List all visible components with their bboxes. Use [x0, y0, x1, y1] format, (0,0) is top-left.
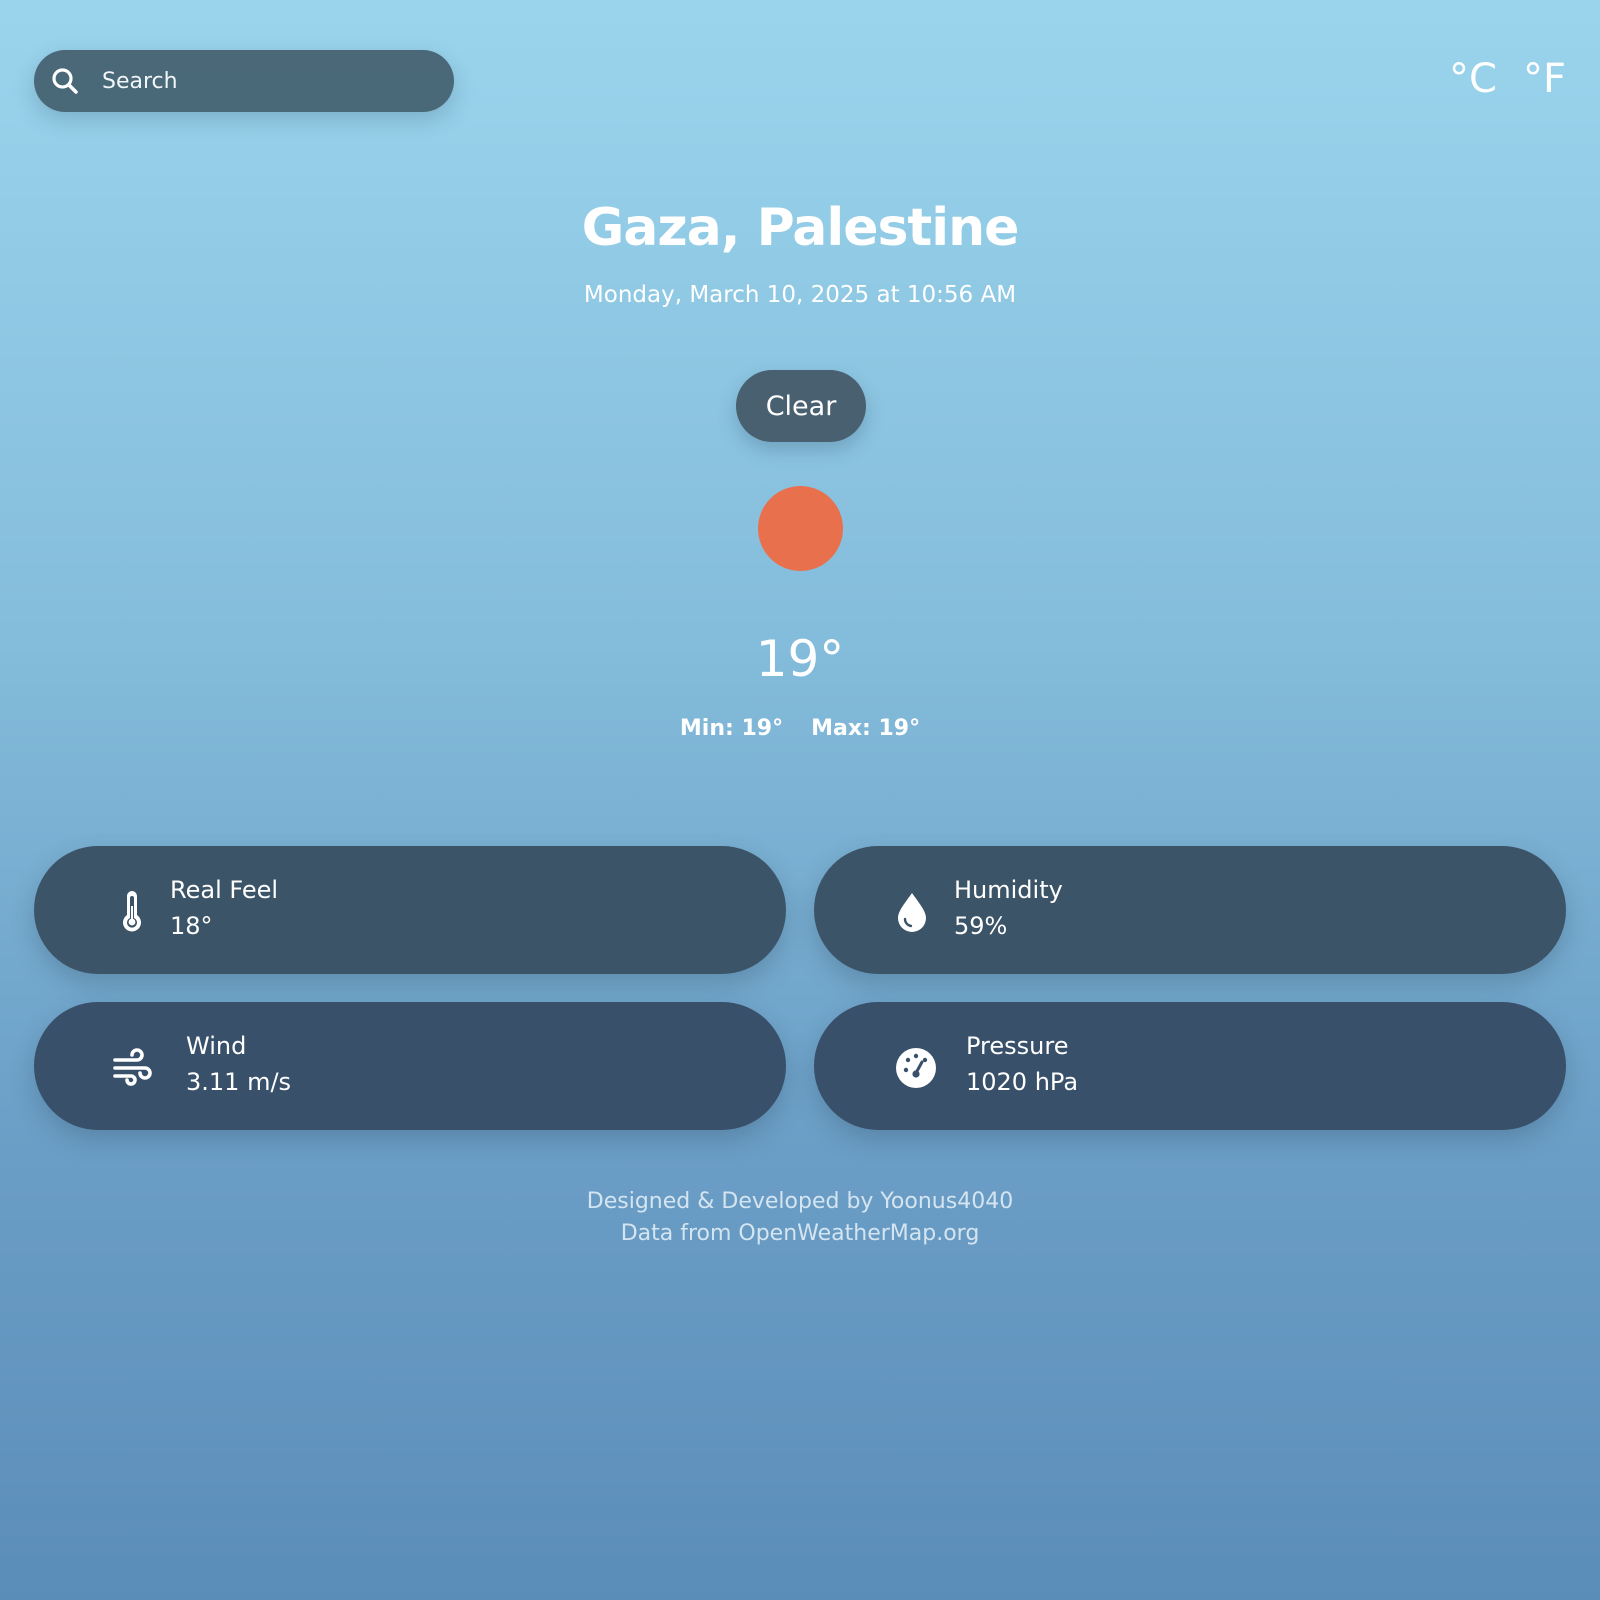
- condition-badge: Clear: [736, 370, 866, 442]
- humidity-label: Humidity: [954, 876, 1063, 904]
- location-title: Gaza, Palestine: [581, 198, 1020, 258]
- pressure-card: Pressure 1020 hPa: [814, 1002, 1566, 1130]
- real-feel-label: Real Feel: [170, 876, 279, 904]
- unit-toggle: °C °F: [1449, 56, 1566, 102]
- sun-icon: [758, 486, 843, 571]
- humidity-card: Humidity 59%: [814, 846, 1566, 974]
- wind-value: 3.11 m/s: [186, 1068, 292, 1096]
- date-time: Monday, March 10, 2025 at 10:56 AM: [583, 282, 1017, 308]
- pressure-value: 1020 hPa: [966, 1068, 1079, 1096]
- developer-credit: Designed & Developed by Yoonus4040: [586, 1189, 1014, 1214]
- search-input[interactable]: [68, 50, 398, 112]
- thermometer-icon: [123, 891, 141, 932]
- real-feel-value: 18°: [170, 912, 213, 940]
- wind-card: Wind 3.11 m/s: [34, 1002, 786, 1130]
- data-source-credit: Data from OpenWeatherMap.org: [620, 1221, 980, 1246]
- min-temperature: Min: 19°: [679, 716, 784, 741]
- pressure-label: Pressure: [966, 1032, 1069, 1060]
- humidity-value: 59%: [954, 912, 1008, 940]
- wind-icon: [113, 1048, 152, 1086]
- gauge-icon: [896, 1048, 936, 1088]
- water-drop-icon: [898, 893, 926, 932]
- wind-label: Wind: [186, 1032, 247, 1060]
- search-bar[interactable]: [34, 50, 454, 112]
- current-temperature: 19°: [755, 630, 845, 688]
- fahrenheit-button[interactable]: °F: [1523, 56, 1566, 102]
- min-max-temperature: Min: 19° Max: 19°: [0, 716, 1600, 741]
- real-feel-card: Real Feel 18°: [34, 846, 786, 974]
- max-temperature: Max: 19°: [811, 716, 921, 741]
- celsius-button[interactable]: °C: [1449, 56, 1497, 102]
- footer: Designed & Developed by Yoonus4040 Data …: [0, 1186, 1600, 1250]
